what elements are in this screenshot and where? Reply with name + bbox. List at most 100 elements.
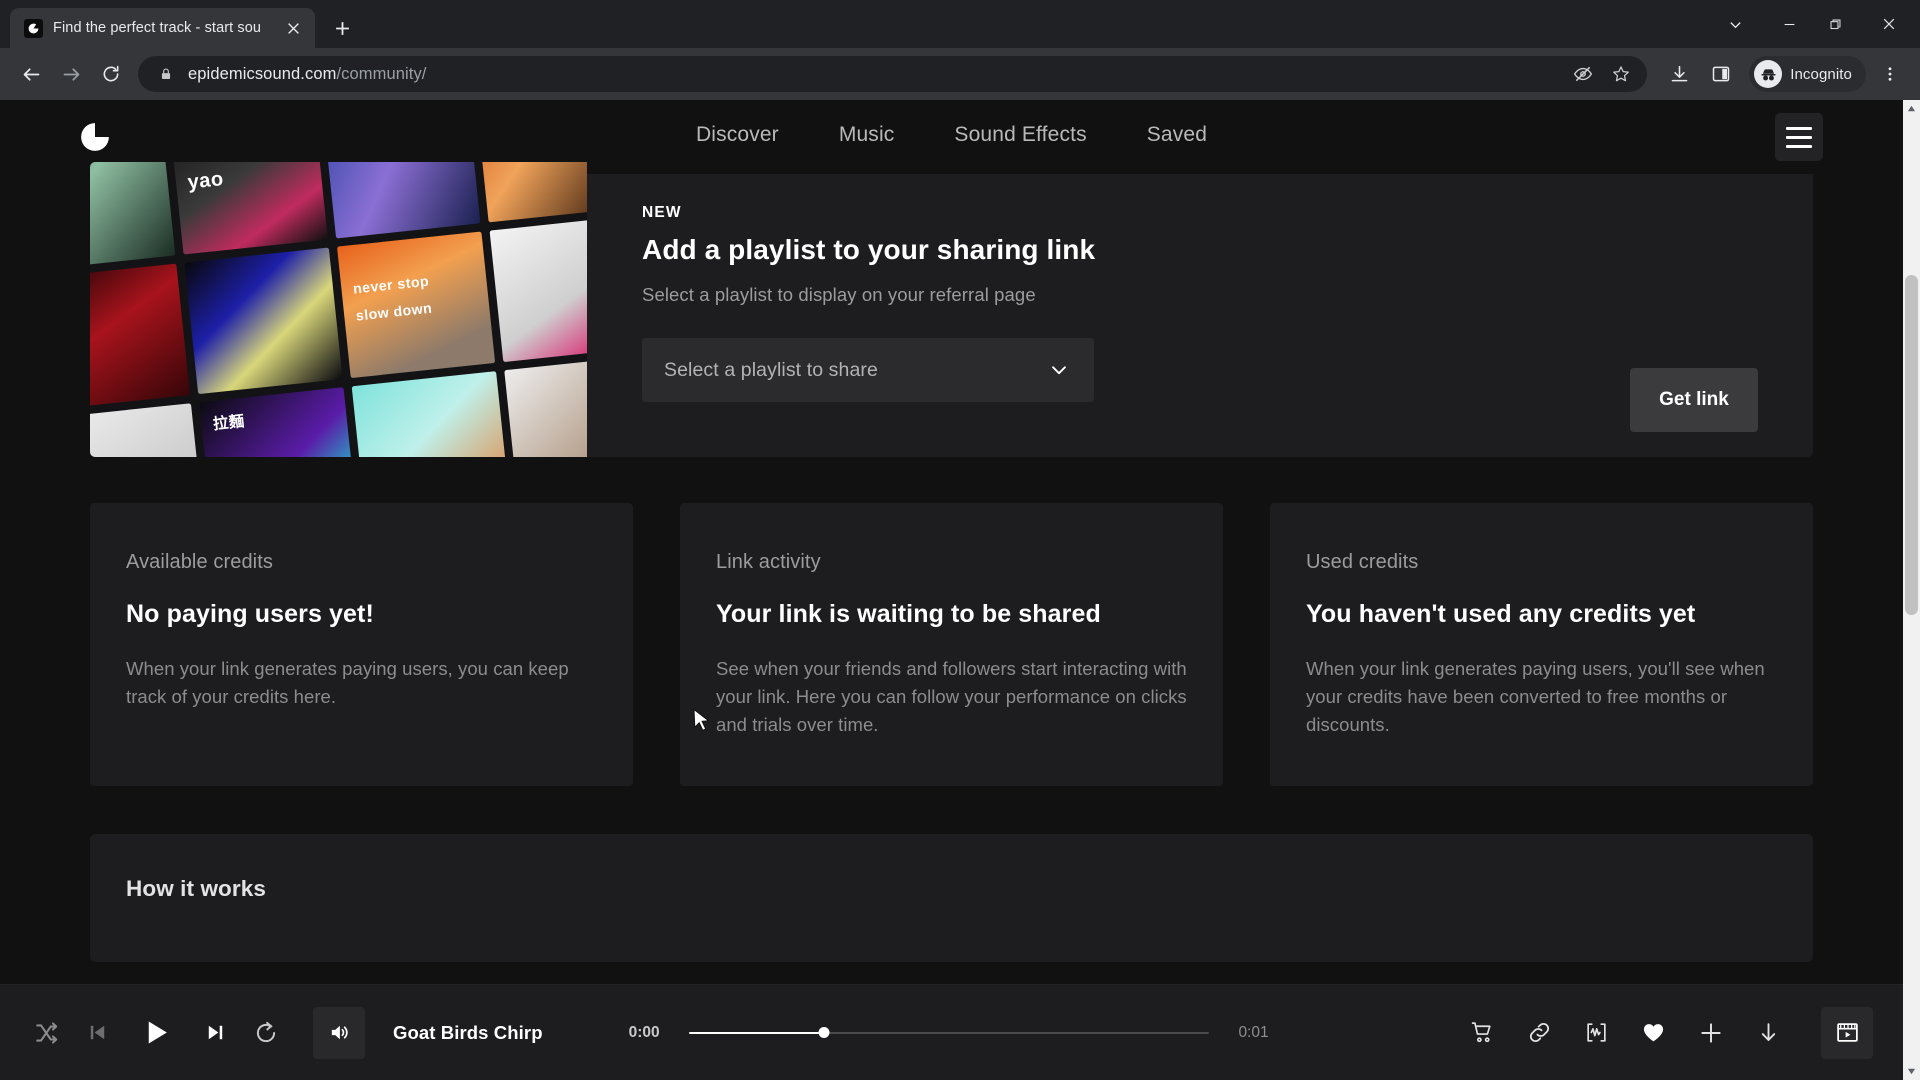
page-scrollbar[interactable]	[1903, 100, 1920, 1080]
scroll-down-arrow-icon[interactable]	[1903, 1063, 1920, 1080]
forward-arrow-icon[interactable]	[52, 55, 90, 93]
reload-icon[interactable]	[92, 55, 130, 93]
address-bar-url: epidemicsound.com/community/	[188, 65, 1571, 84]
waveform-icon[interactable]	[1584, 1020, 1609, 1045]
audio-player-bar: Goat Birds Chirp 0:00 0:01	[0, 984, 1903, 1080]
play-icon[interactable]	[141, 1017, 172, 1048]
album-art-tile	[322, 162, 481, 239]
tab-favicon-icon	[24, 18, 43, 38]
url-path: /community/	[336, 64, 427, 83]
star-icon[interactable]	[1609, 62, 1633, 86]
album-art-label: 拉麵	[212, 412, 246, 434]
card-kicker: Available credits	[126, 551, 273, 573]
player-time-total: 0:01	[1238, 1023, 1269, 1041]
incognito-profile-button[interactable]: Incognito	[1749, 56, 1866, 92]
browser-tab[interactable]: Find the perfect track - start sou	[10, 8, 315, 48]
album-art-mosaic: yao never stop slow down 拉麵	[90, 162, 587, 457]
tab-search-chevron-icon[interactable]	[1704, 0, 1766, 48]
scrollbar-thumb[interactable]	[1905, 275, 1918, 615]
card-body: When your link generates paying users, y…	[126, 658, 569, 708]
lock-icon	[156, 64, 176, 84]
nav-item-sound-effects[interactable]: Sound Effects	[954, 123, 1086, 147]
incognito-hat-icon	[1754, 60, 1783, 88]
tab-strip: Find the perfect track - start sou	[0, 0, 1920, 48]
nav-item-saved[interactable]: Saved	[1147, 123, 1207, 147]
player-seek-bar[interactable]	[688, 1025, 1209, 1041]
mouse-cursor	[692, 708, 712, 741]
card-body: When your link generates paying users, y…	[1306, 658, 1765, 736]
album-art-tile	[184, 247, 343, 395]
minimize-icon[interactable]	[1766, 0, 1812, 48]
card-title: You haven't used any credits yet	[1306, 600, 1696, 628]
card-kicker: Used credits	[1306, 551, 1419, 573]
album-art-label: yao	[186, 166, 225, 193]
site-nav: Discover Music Sound Effects Saved	[696, 123, 1207, 147]
heart-icon[interactable]	[1641, 1020, 1666, 1045]
chevron-down-icon	[1048, 359, 1070, 381]
video-player-icon[interactable]	[1821, 1006, 1873, 1059]
link-icon[interactable]	[1527, 1020, 1552, 1045]
playlist-select[interactable]: Select a playlist to share	[642, 338, 1094, 402]
toolbar-actions: Incognito	[1661, 56, 1908, 92]
album-art-label: never stop	[352, 273, 430, 298]
album-art-tile	[474, 162, 587, 223]
page-content: yao never stop slow down 拉麵 NEW Add a pl…	[0, 162, 1903, 962]
new-tab-button[interactable]	[325, 11, 359, 45]
next-track-icon[interactable]	[204, 1021, 227, 1044]
hamburger-menu-icon[interactable]	[1775, 113, 1823, 161]
epidemic-sound-logo-icon[interactable]	[78, 120, 112, 154]
album-art-tile	[90, 403, 205, 457]
card-available-credits: Available credits No paying users yet! W…	[90, 503, 633, 786]
nav-item-discover[interactable]: Discover	[696, 123, 779, 147]
card-title: No paying users yet!	[126, 600, 374, 628]
restore-icon[interactable]	[1812, 0, 1858, 48]
eye-slash-icon[interactable]	[1571, 62, 1595, 86]
back-arrow-icon[interactable]	[12, 55, 50, 93]
side-panel-icon[interactable]	[1703, 56, 1739, 92]
download-icon[interactable]	[1661, 56, 1697, 92]
how-it-works-title: How it works	[126, 876, 266, 901]
tab-close-icon[interactable]	[281, 16, 305, 40]
scroll-up-arrow-icon[interactable]	[1903, 100, 1920, 117]
promo-title: Add a playlist to your sharing link	[642, 234, 1096, 265]
promo-subtitle: Select a playlist to display on your ref…	[642, 284, 1036, 305]
page-viewport: Discover Music Sound Effects Saved yao n…	[0, 100, 1920, 1080]
volume-button[interactable]	[313, 1006, 365, 1059]
plus-icon[interactable]	[1698, 1020, 1724, 1046]
window-close-icon[interactable]	[1858, 0, 1920, 48]
playlist-select-value: Select a playlist to share	[664, 358, 878, 381]
album-art-tile	[489, 215, 587, 363]
card-used-credits: Used credits You haven't used any credit…	[1270, 503, 1813, 786]
cart-icon[interactable]	[1470, 1020, 1495, 1045]
seek-bar-fill	[688, 1031, 824, 1034]
album-art-tile: 拉麵	[199, 387, 358, 457]
card-body: See when your friends and followers star…	[716, 658, 1187, 736]
browser-window: Find the perfect track - start sou epide…	[0, 0, 1920, 1080]
address-bar-actions	[1571, 62, 1633, 86]
stat-cards: Available credits No paying users yet! W…	[90, 503, 1813, 786]
browser-toolbar: epidemicsound.com/community/ Incognito	[0, 48, 1920, 100]
download-arrow-icon[interactable]	[1756, 1020, 1781, 1045]
get-link-button[interactable]: Get link	[1630, 368, 1758, 432]
repeat-icon[interactable]	[253, 1020, 279, 1046]
sharing-link-promo-card: yao never stop slow down 拉麵 NEW Add a pl…	[90, 162, 1813, 457]
album-art-label: slow down	[355, 299, 433, 324]
nav-item-music[interactable]: Music	[839, 123, 895, 147]
epidemic-sound-page: Discover Music Sound Effects Saved yao n…	[0, 100, 1903, 1080]
previous-track-icon[interactable]	[86, 1021, 109, 1044]
player-transport-controls	[34, 1017, 279, 1048]
shuffle-icon[interactable]	[34, 1020, 60, 1046]
card-link-activity: Link activity Your link is waiting to be…	[680, 503, 1223, 786]
three-dots-icon[interactable]	[1872, 56, 1908, 92]
promo-artwork: yao never stop slow down 拉麵	[90, 162, 587, 457]
card-kicker: Link activity	[716, 551, 821, 573]
burger-line	[1786, 135, 1812, 139]
how-it-works-section: How it works	[90, 834, 1813, 962]
player-progress: 0:00 0:01	[629, 1024, 1269, 1042]
player-time-current: 0:00	[628, 1023, 660, 1041]
seek-bar-thumb[interactable]	[818, 1027, 830, 1038]
album-art-tile	[351, 371, 510, 457]
burger-line	[1786, 126, 1812, 130]
address-bar[interactable]: epidemicsound.com/community/	[138, 56, 1648, 92]
player-track-title: Goat Birds Chirp	[393, 1021, 543, 1043]
